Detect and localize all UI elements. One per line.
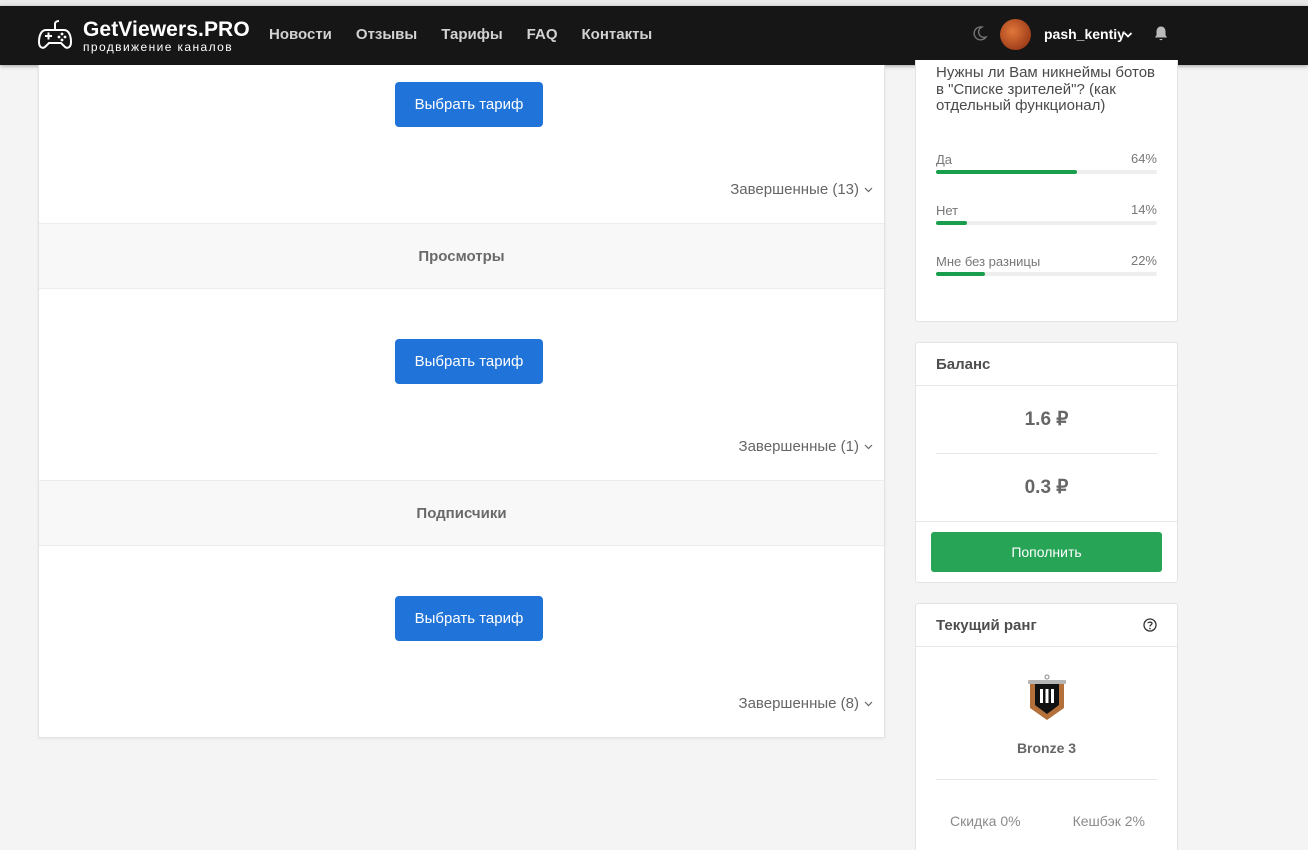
rank-discount: Скидка 0% <box>950 813 1021 829</box>
nav-link-contacts[interactable]: Контакты <box>582 26 653 43</box>
nav-link-news[interactable]: Новости <box>269 26 332 43</box>
rank-cashback: Кешбэк 2% <box>1072 813 1145 829</box>
poll-bar-fill <box>936 272 985 276</box>
chevron-down-icon <box>864 444 873 449</box>
poll-option: Нет 14% <box>936 202 1157 225</box>
section-title-views: Просмотры <box>39 223 884 289</box>
poll-option-percent: 14% <box>1130 202 1157 217</box>
bell-icon[interactable] <box>1153 25 1169 42</box>
divider <box>936 779 1157 780</box>
completed-toggle-2[interactable]: Завершенные (1) <box>739 438 873 455</box>
help-icon[interactable] <box>1143 618 1157 632</box>
select-tariff-button-3[interactable]: Выбрать тариф <box>395 596 543 641</box>
gamepad-icon <box>37 20 73 49</box>
poll-bar-track <box>936 272 1157 276</box>
balance-bonus-value: 0.3 ₽ <box>1024 477 1069 498</box>
section-title-subscribers: Подписчики <box>39 480 884 546</box>
poll-option: Да 64% <box>936 151 1157 174</box>
balance-title: Баланс <box>916 343 1177 386</box>
chevron-down-icon <box>864 187 873 192</box>
avatar[interactable] <box>1000 19 1031 50</box>
divider <box>936 453 1157 454</box>
completed-label: Завершенные (13) <box>730 181 859 198</box>
completed-toggle-1[interactable]: Завершенные (13) <box>730 181 873 198</box>
username[interactable]: pash_kentiy <box>1044 26 1125 42</box>
poll-option-label: Мне без разницы <box>936 254 1041 269</box>
rank-name: Bronze 3 <box>1016 740 1077 756</box>
poll-bar-track <box>936 221 1157 225</box>
nav-link-tariffs[interactable]: Тарифы <box>441 26 502 43</box>
brand-subtitle: продвижение каналов <box>83 40 233 54</box>
nav-link-faq[interactable]: FAQ <box>527 26 558 43</box>
completed-label: Завершенные (8) <box>738 695 859 712</box>
topup-button[interactable]: Пополнить <box>931 532 1162 572</box>
balance-card: Баланс 1.6 ₽ 0.3 ₽ Пополнить <box>915 342 1178 583</box>
select-tariff-button-2[interactable]: Выбрать тариф <box>395 339 543 384</box>
poll-bar-track <box>936 170 1157 174</box>
poll-option-label: Нет <box>936 203 959 218</box>
poll-question: Нужны ли Вам никнеймы ботов в "Списке зр… <box>936 64 1156 114</box>
poll-option: Мне без разницы 22% <box>936 253 1157 276</box>
chevron-down-icon[interactable] <box>1123 31 1133 39</box>
rank-title: Текущий ранг <box>916 604 1177 647</box>
divider <box>916 521 1177 522</box>
poll-option-label: Да <box>936 152 953 167</box>
completed-toggle-3[interactable]: Завершенные (8) <box>739 695 873 712</box>
poll-bar-fill <box>936 170 1078 174</box>
poll-option-percent: 64% <box>1130 151 1157 166</box>
navbar: GetViewers.PRO продвижение каналов Новос… <box>0 6 1308 65</box>
bronze-rank-badge-icon <box>1028 674 1066 720</box>
nav-link-reviews[interactable]: Отзывы <box>356 26 417 43</box>
moon-icon[interactable] <box>972 25 988 41</box>
poll-bar-fill <box>936 221 967 225</box>
poll-option-percent: 22% <box>1130 253 1157 268</box>
poll-card: Нужны ли Вам никнеймы ботов в "Списке зр… <box>915 60 1178 322</box>
main-nav: Новости Отзывы Тарифы FAQ Контакты <box>269 26 676 43</box>
rank-card: Текущий ранг Bronze 3 Скидка 0% Кешбэк 2… <box>915 603 1178 850</box>
brand-title: GetViewers.PRO <box>83 18 250 41</box>
tariff-panel: Выбрать тариф Завершенные (13) Просмотры… <box>38 65 885 738</box>
balance-main-value: 1.6 ₽ <box>1024 409 1069 430</box>
completed-label: Завершенные (1) <box>738 438 859 455</box>
chevron-down-icon <box>864 701 873 706</box>
select-tariff-button-1[interactable]: Выбрать тариф <box>395 82 543 127</box>
brand-logo[interactable]: GetViewers.PRO продвижение каналов <box>37 16 250 56</box>
